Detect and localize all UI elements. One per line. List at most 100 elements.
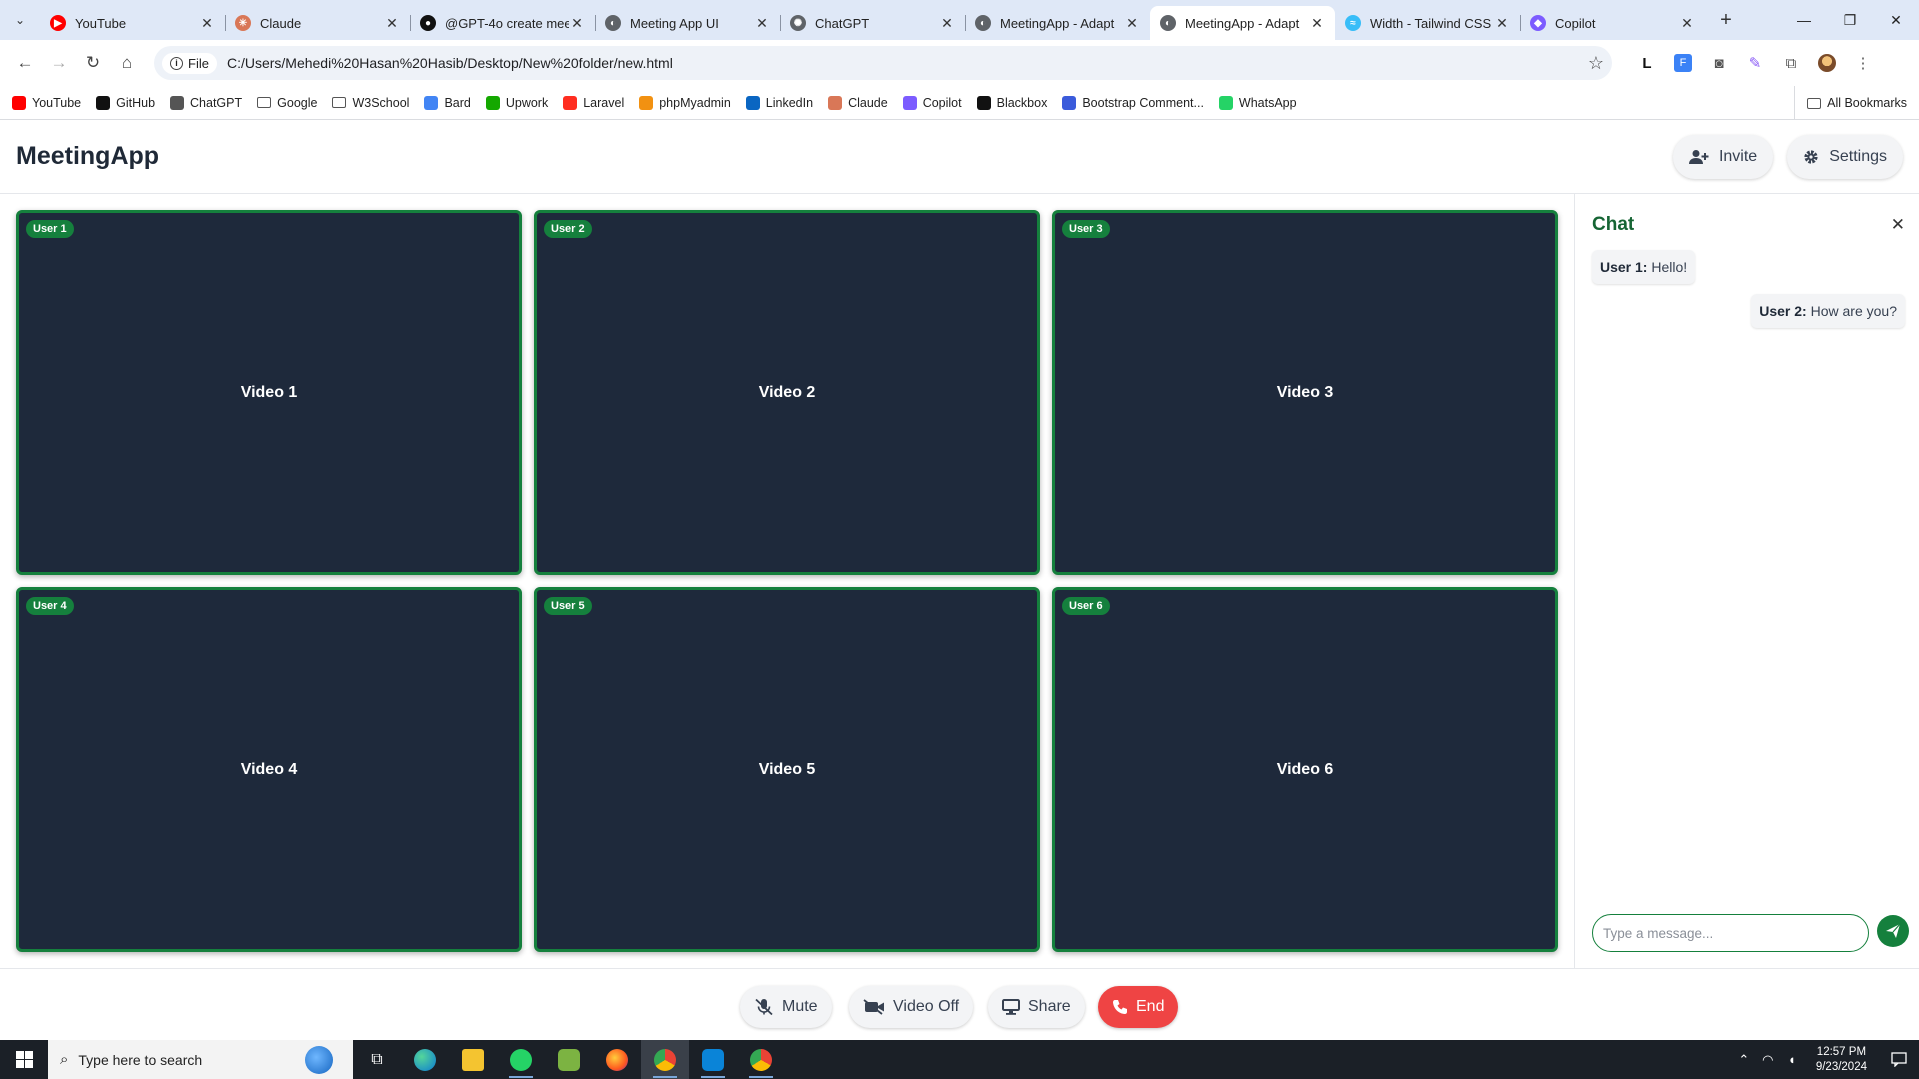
restore-icon[interactable]: ❐: [1827, 0, 1873, 40]
bookmark-item[interactable]: GitHub: [96, 95, 155, 110]
chrome-second-icon[interactable]: [737, 1040, 785, 1079]
tab-close-icon[interactable]: ✕: [1679, 15, 1695, 32]
bookmark-favicon-icon: [639, 95, 654, 110]
forward-arrow-icon[interactable]: →: [42, 46, 76, 80]
close-window-icon[interactable]: ✕: [1873, 0, 1919, 40]
tab-search-chevron-icon[interactable]: ⌄: [0, 0, 40, 40]
vscode-icon[interactable]: [689, 1040, 737, 1079]
close-icon[interactable]: ✕: [1891, 215, 1905, 235]
invite-button[interactable]: Invite: [1672, 134, 1774, 179]
camera-icon[interactable]: ◙: [1710, 54, 1728, 72]
tab-close-icon[interactable]: ✕: [1309, 15, 1325, 32]
browser-tab[interactable]: ≈ Width - Tailwind CSS ✕: [1335, 6, 1520, 40]
bookmark-item[interactable]: YouTube: [12, 95, 82, 110]
bookmark-item[interactable]: Upwork: [485, 95, 548, 110]
home-icon[interactable]: ⌂: [110, 46, 144, 80]
send-button[interactable]: [1877, 915, 1909, 947]
bookmark-item[interactable]: WhatsApp: [1218, 95, 1297, 110]
bookmark-favicon-icon: [976, 95, 991, 110]
browser-tab[interactable]: ▶ YouTube ✕: [40, 6, 225, 40]
tab-close-icon[interactable]: ✕: [199, 15, 215, 32]
bookmark-item[interactable]: Bard: [424, 95, 471, 110]
new-tab-button[interactable]: +: [1709, 3, 1743, 37]
minimize-icon[interactable]: —: [1781, 0, 1827, 40]
omnibox[interactable]: i File C:/Users/Mehedi%20Hasan%20Hasib/D…: [154, 46, 1612, 80]
chrome-icon[interactable]: [641, 1040, 689, 1079]
profile-avatar[interactable]: [1818, 54, 1836, 72]
bookmark-item[interactable]: Laravel: [563, 95, 624, 110]
tab-close-icon[interactable]: ✕: [1494, 15, 1510, 32]
video-tile[interactable]: User 6 Video 6: [1052, 587, 1558, 952]
video-tile[interactable]: User 5 Video 5: [534, 587, 1040, 952]
bookmark-item[interactable]: Bootstrap Comment...: [1062, 95, 1204, 110]
extension-blue-icon[interactable]: F: [1674, 54, 1692, 72]
share-label: Share: [1028, 998, 1071, 1015]
site-info-label: File: [188, 55, 209, 71]
browser-tab[interactable]: ✺ ChatGPT ✕: [780, 6, 965, 40]
mute-button[interactable]: Mute: [740, 986, 832, 1028]
tab-title: ChatGPT: [815, 15, 870, 31]
site-info-chip[interactable]: i File: [162, 52, 217, 74]
tab-close-icon[interactable]: ✕: [569, 15, 585, 32]
bookmark-label: Google: [277, 95, 318, 110]
reload-icon[interactable]: ↻: [76, 46, 110, 80]
browser-tab[interactable]: ◆ Copilot ✕: [1520, 6, 1705, 40]
tab-close-icon[interactable]: ✕: [1124, 15, 1140, 32]
video-tile[interactable]: User 4 Video 4: [16, 587, 522, 952]
bookmark-label: YouTube: [32, 95, 82, 110]
bookmark-item[interactable]: Copilot: [902, 95, 962, 110]
bookmark-item[interactable]: LinkedIn: [745, 95, 813, 110]
system-clock[interactable]: 12:57 PM 9/23/2024: [1804, 1045, 1879, 1075]
settings-button[interactable]: Settings: [1787, 134, 1903, 179]
wifi-icon[interactable]: ◠: [1756, 1052, 1780, 1068]
share-screen-button[interactable]: Share: [988, 986, 1085, 1028]
taskbar-search-box[interactable]: ⌕ Type here to search: [48, 1040, 353, 1079]
video-tile[interactable]: User 2 Video 2: [534, 210, 1040, 575]
call-controls-bar: Mute Video Off Share End: [0, 968, 1919, 1040]
video-off-label: Video Off: [893, 998, 960, 1015]
edge-icon[interactable]: [401, 1040, 449, 1079]
pen-icon[interactable]: ✎: [1746, 54, 1764, 72]
tab-close-icon[interactable]: ✕: [939, 15, 955, 32]
bookmark-item[interactable]: Blackbox: [976, 95, 1047, 110]
extension-l-icon[interactable]: L: [1638, 54, 1656, 72]
browser-tab[interactable]: ✳ Claude ✕: [225, 6, 410, 40]
chat-message-input[interactable]: [1592, 914, 1869, 952]
video-tile[interactable]: User 1 Video 1: [16, 210, 522, 575]
notification-icon[interactable]: [1879, 1052, 1919, 1067]
message-sender: User 1:: [1600, 259, 1648, 275]
browser-menu-icon[interactable]: ⋮: [1854, 54, 1872, 72]
bookmark-item[interactable]: phpMyadmin: [639, 95, 731, 110]
file-explorer-icon[interactable]: [449, 1040, 497, 1079]
back-arrow-icon[interactable]: ←: [8, 46, 42, 80]
video-tile[interactable]: User 3 Video 3: [1052, 210, 1558, 575]
tab-title: Claude: [260, 15, 302, 31]
tab-title: YouTube: [75, 15, 127, 31]
user-badge: User 2: [544, 220, 592, 238]
all-bookmarks-button[interactable]: All Bookmarks: [1794, 86, 1907, 120]
bookmark-item[interactable]: Claude: [828, 95, 888, 110]
whatsapp-icon[interactable]: [497, 1040, 545, 1079]
end-call-button[interactable]: End: [1098, 986, 1179, 1028]
extensions-puzzle-icon[interactable]: ⧉: [1782, 54, 1800, 72]
tab-close-icon[interactable]: ✕: [384, 15, 400, 32]
task-view-icon[interactable]: ⧉: [353, 1040, 401, 1079]
browser-tab[interactable]: ◐ MeetingApp - Adapt ✕: [1150, 6, 1335, 40]
url-text[interactable]: C:/Users/Mehedi%20Hasan%20Hasib/Desktop/…: [227, 55, 1588, 71]
bookmark-item[interactable]: ChatGPT: [170, 95, 242, 110]
firefox-icon[interactable]: [593, 1040, 641, 1079]
windows-start-icon[interactable]: [0, 1040, 48, 1079]
video-off-button[interactable]: Video Off: [849, 986, 974, 1028]
bookmark-item[interactable]: W3School: [332, 96, 409, 110]
browser-tab[interactable]: ◐ Meeting App UI ✕: [595, 6, 780, 40]
bookmark-star-icon[interactable]: ☆: [1588, 53, 1604, 74]
browser-tab[interactable]: ◐ MeetingApp - Adapt ✕: [965, 6, 1150, 40]
message-sender: User 2:: [1759, 303, 1807, 319]
volume-icon[interactable]: ◖: [1780, 1052, 1804, 1067]
tab-close-icon[interactable]: ✕: [754, 15, 770, 32]
notepad-icon[interactable]: [545, 1040, 593, 1079]
browser-tab[interactable]: ● @GPT-4o create mee ✕: [410, 6, 595, 40]
settings-label: Settings: [1829, 147, 1887, 165]
chevron-up-icon[interactable]: ⌃: [1732, 1052, 1756, 1068]
bookmark-item[interactable]: Google: [257, 96, 317, 110]
